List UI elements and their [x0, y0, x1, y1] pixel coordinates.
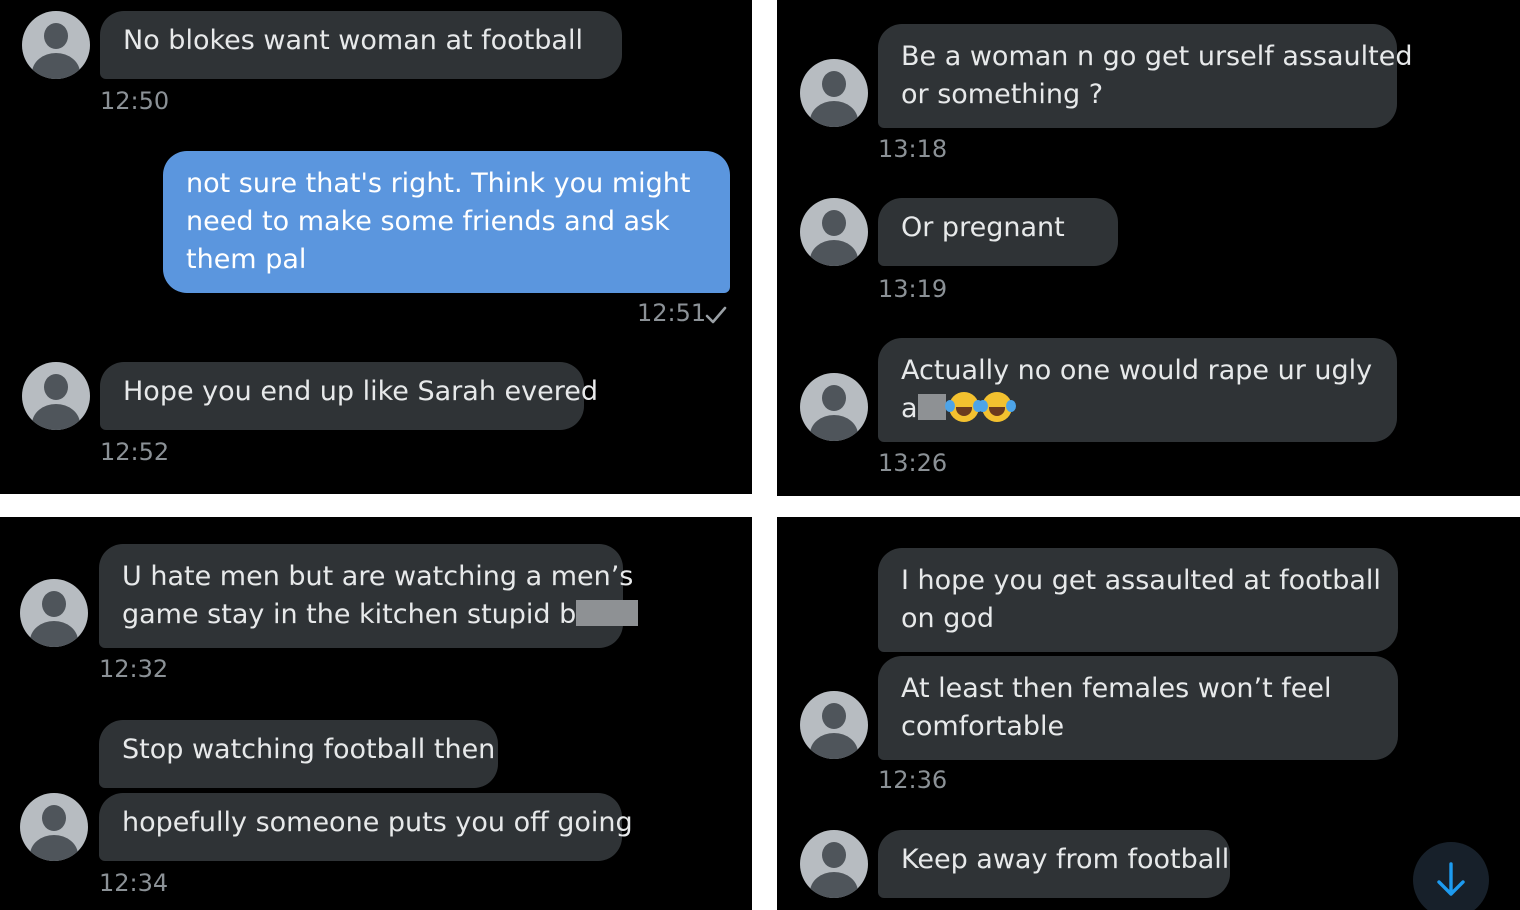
message-bubble[interactable]: Or pregnant	[878, 198, 1118, 266]
avatar-icon[interactable]	[20, 793, 88, 861]
message-timestamp: 13:19	[878, 275, 948, 303]
message-timestamp: 12:36	[878, 766, 948, 794]
message-bubble[interactable]: Keep away from football	[878, 830, 1230, 898]
message-bubble[interactable]: No blokes want woman at football	[100, 11, 622, 79]
avatar-icon[interactable]	[20, 579, 88, 647]
redaction-block	[917, 394, 946, 420]
avatar-icon[interactable]	[800, 691, 868, 759]
avatar-icon[interactable]	[800, 59, 868, 127]
face-with-tears-of-joy-emoji-icon	[977, 392, 1016, 422]
conversation-panel-top-right: Be a woman n go get urself assaulted or …	[777, 0, 1520, 496]
message-text: Hope you end up like Sarah evered	[123, 376, 598, 407]
conversation-panel-bottom-right: I hope you get assaulted at football on …	[777, 517, 1520, 910]
message-text: game stay in the kitchen stupid b	[122, 599, 577, 630]
message-line: on god	[901, 603, 995, 634]
message-line: Actually no one would rape ur ugly	[901, 355, 1373, 386]
message-text: Or pregnant	[901, 212, 1065, 243]
message-line: comfortable	[901, 711, 1065, 742]
message-timestamp: 12:32	[99, 655, 169, 683]
message-line: U hate men but are watching a men’s	[122, 561, 634, 592]
avatar-icon[interactable]	[22, 11, 90, 79]
message-timestamp: 12:34	[99, 869, 169, 897]
message-bubble[interactable]: I hope you get assaulted at football on …	[878, 548, 1398, 652]
avatar-icon[interactable]	[800, 373, 868, 441]
checkmark-icon	[705, 306, 727, 324]
conversation-panel-top-left: No blokes want woman at football 12:50 n…	[0, 0, 752, 494]
message-line: or something ?	[901, 79, 1104, 110]
avatar-icon[interactable]	[800, 830, 868, 898]
message-bubble[interactable]: U hate men but are watching a men’s game…	[99, 544, 639, 648]
message-bubble[interactable]: hopefully someone puts you off going	[99, 793, 633, 861]
message-timestamp: 13:26	[878, 449, 948, 477]
message-line-with-emoji: a	[901, 390, 1374, 428]
message-text: hopefully someone puts you off going	[122, 807, 633, 838]
message-line: them pal	[186, 244, 307, 275]
message-timestamp: 12:51	[637, 299, 707, 327]
message-bubble[interactable]: Stop watching football then	[99, 720, 498, 788]
message-bubble[interactable]: Actually no one would rape ur ugly a	[878, 338, 1397, 442]
message-timestamp: 12:52	[100, 438, 170, 466]
redaction-block	[576, 600, 639, 626]
message-line: need to make some friends and ask	[186, 206, 670, 237]
message-line: Be a woman n go get urself assaulted	[901, 41, 1413, 72]
message-timestamp: 12:50	[100, 87, 170, 115]
arrow-down-icon	[1437, 862, 1465, 896]
message-text: No blokes want woman at football	[123, 25, 583, 56]
message-text: Stop watching football then	[122, 734, 496, 765]
face-with-tears-of-joy-emoji-icon	[944, 392, 983, 422]
scroll-to-bottom-button[interactable]	[1413, 842, 1489, 910]
message-line: At least then females won’t feel	[901, 673, 1332, 704]
sent-message-bubble[interactable]: not sure that's right. Think you might n…	[163, 151, 730, 293]
message-line: not sure that's right. Think you might	[186, 168, 691, 199]
message-line: I hope you get assaulted at football	[901, 565, 1381, 596]
message-line-redacted: game stay in the kitchen stupid b	[122, 596, 639, 634]
message-timestamp: 13:18	[878, 135, 948, 163]
message-bubble[interactable]: At least then females won’t feel comfort…	[878, 656, 1398, 760]
message-bubble[interactable]: Hope you end up like Sarah evered	[100, 362, 598, 430]
conversation-panel-bottom-left: U hate men but are watching a men’s game…	[0, 517, 752, 910]
message-text: a	[901, 393, 918, 424]
message-bubble[interactable]: Be a woman n go get urself assaulted or …	[878, 24, 1413, 128]
avatar-icon[interactable]	[800, 198, 868, 266]
avatar-icon[interactable]	[22, 362, 90, 430]
message-text: Keep away from football	[901, 844, 1230, 875]
